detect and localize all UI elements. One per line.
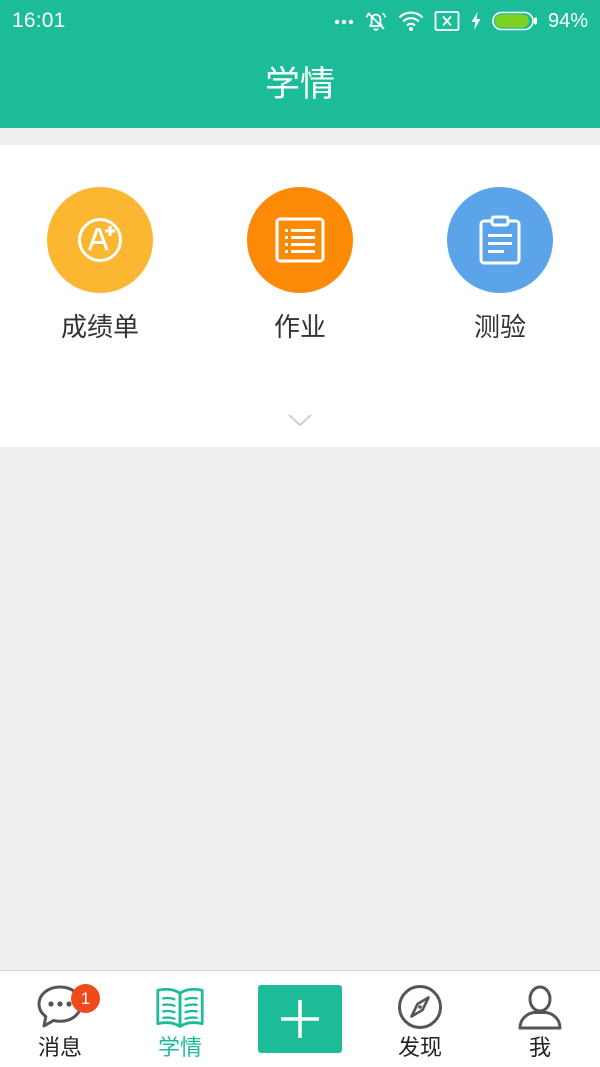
compass-icon bbox=[398, 985, 442, 1029]
battery-icon bbox=[492, 11, 537, 31]
homework-label: 作业 bbox=[273, 313, 326, 343]
grade-report-label: 成绩单 bbox=[60, 313, 139, 343]
tab-messages[interactable]: 1 消息 bbox=[0, 971, 120, 1067]
add-button[interactable] bbox=[258, 985, 342, 1053]
clipboard-quiz-icon bbox=[479, 215, 521, 265]
homework-list-icon bbox=[275, 217, 325, 263]
grade-a-plus-icon bbox=[78, 218, 122, 262]
plus-icon bbox=[281, 1000, 319, 1038]
tab-discover[interactable]: 发现 bbox=[360, 971, 480, 1067]
tab-discover-label: 发现 bbox=[397, 1036, 442, 1061]
quiz-circle bbox=[447, 187, 553, 293]
page-title: 学情 bbox=[264, 65, 335, 105]
status-bar: 16:01 94% bbox=[0, 0, 600, 42]
quiz-label: 测验 bbox=[473, 313, 526, 343]
open-book-icon bbox=[156, 987, 204, 1028]
unread-badge: 1 bbox=[71, 984, 100, 1013]
features-card: 成绩单 作业 测验 bbox=[0, 145, 600, 447]
expand-toggle[interactable] bbox=[286, 411, 314, 429]
chevron-down-icon bbox=[288, 414, 312, 427]
bottom-tab-bar: 1 消息 学情 发现 我 bbox=[0, 970, 600, 1067]
status-time: 16:01 bbox=[12, 9, 66, 32]
user-icon bbox=[518, 985, 562, 1030]
app-header: 16:01 94% 学情 bbox=[0, 0, 600, 128]
homework-circle bbox=[247, 187, 353, 293]
tab-study-label: 学情 bbox=[157, 1036, 202, 1061]
charging-icon bbox=[471, 12, 481, 30]
tab-me-label: 我 bbox=[528, 1036, 551, 1061]
feature-homework[interactable]: 作业 bbox=[200, 187, 400, 357]
status-icons: 94% bbox=[334, 8, 588, 34]
grade-report-circle bbox=[47, 187, 153, 293]
alarm-muted-icon bbox=[365, 12, 387, 31]
feature-quiz[interactable]: 测验 bbox=[400, 187, 600, 357]
battery-percent: 94% bbox=[547, 10, 588, 32]
more-dots-icon bbox=[334, 19, 354, 25]
tab-me[interactable]: 我 bbox=[480, 971, 600, 1067]
sim-none-icon bbox=[434, 11, 460, 31]
tab-messages-label: 消息 bbox=[37, 1036, 82, 1061]
feature-grade-report[interactable]: 成绩单 bbox=[0, 187, 200, 357]
wifi-icon bbox=[398, 11, 424, 31]
tab-study[interactable]: 学情 bbox=[120, 971, 240, 1067]
